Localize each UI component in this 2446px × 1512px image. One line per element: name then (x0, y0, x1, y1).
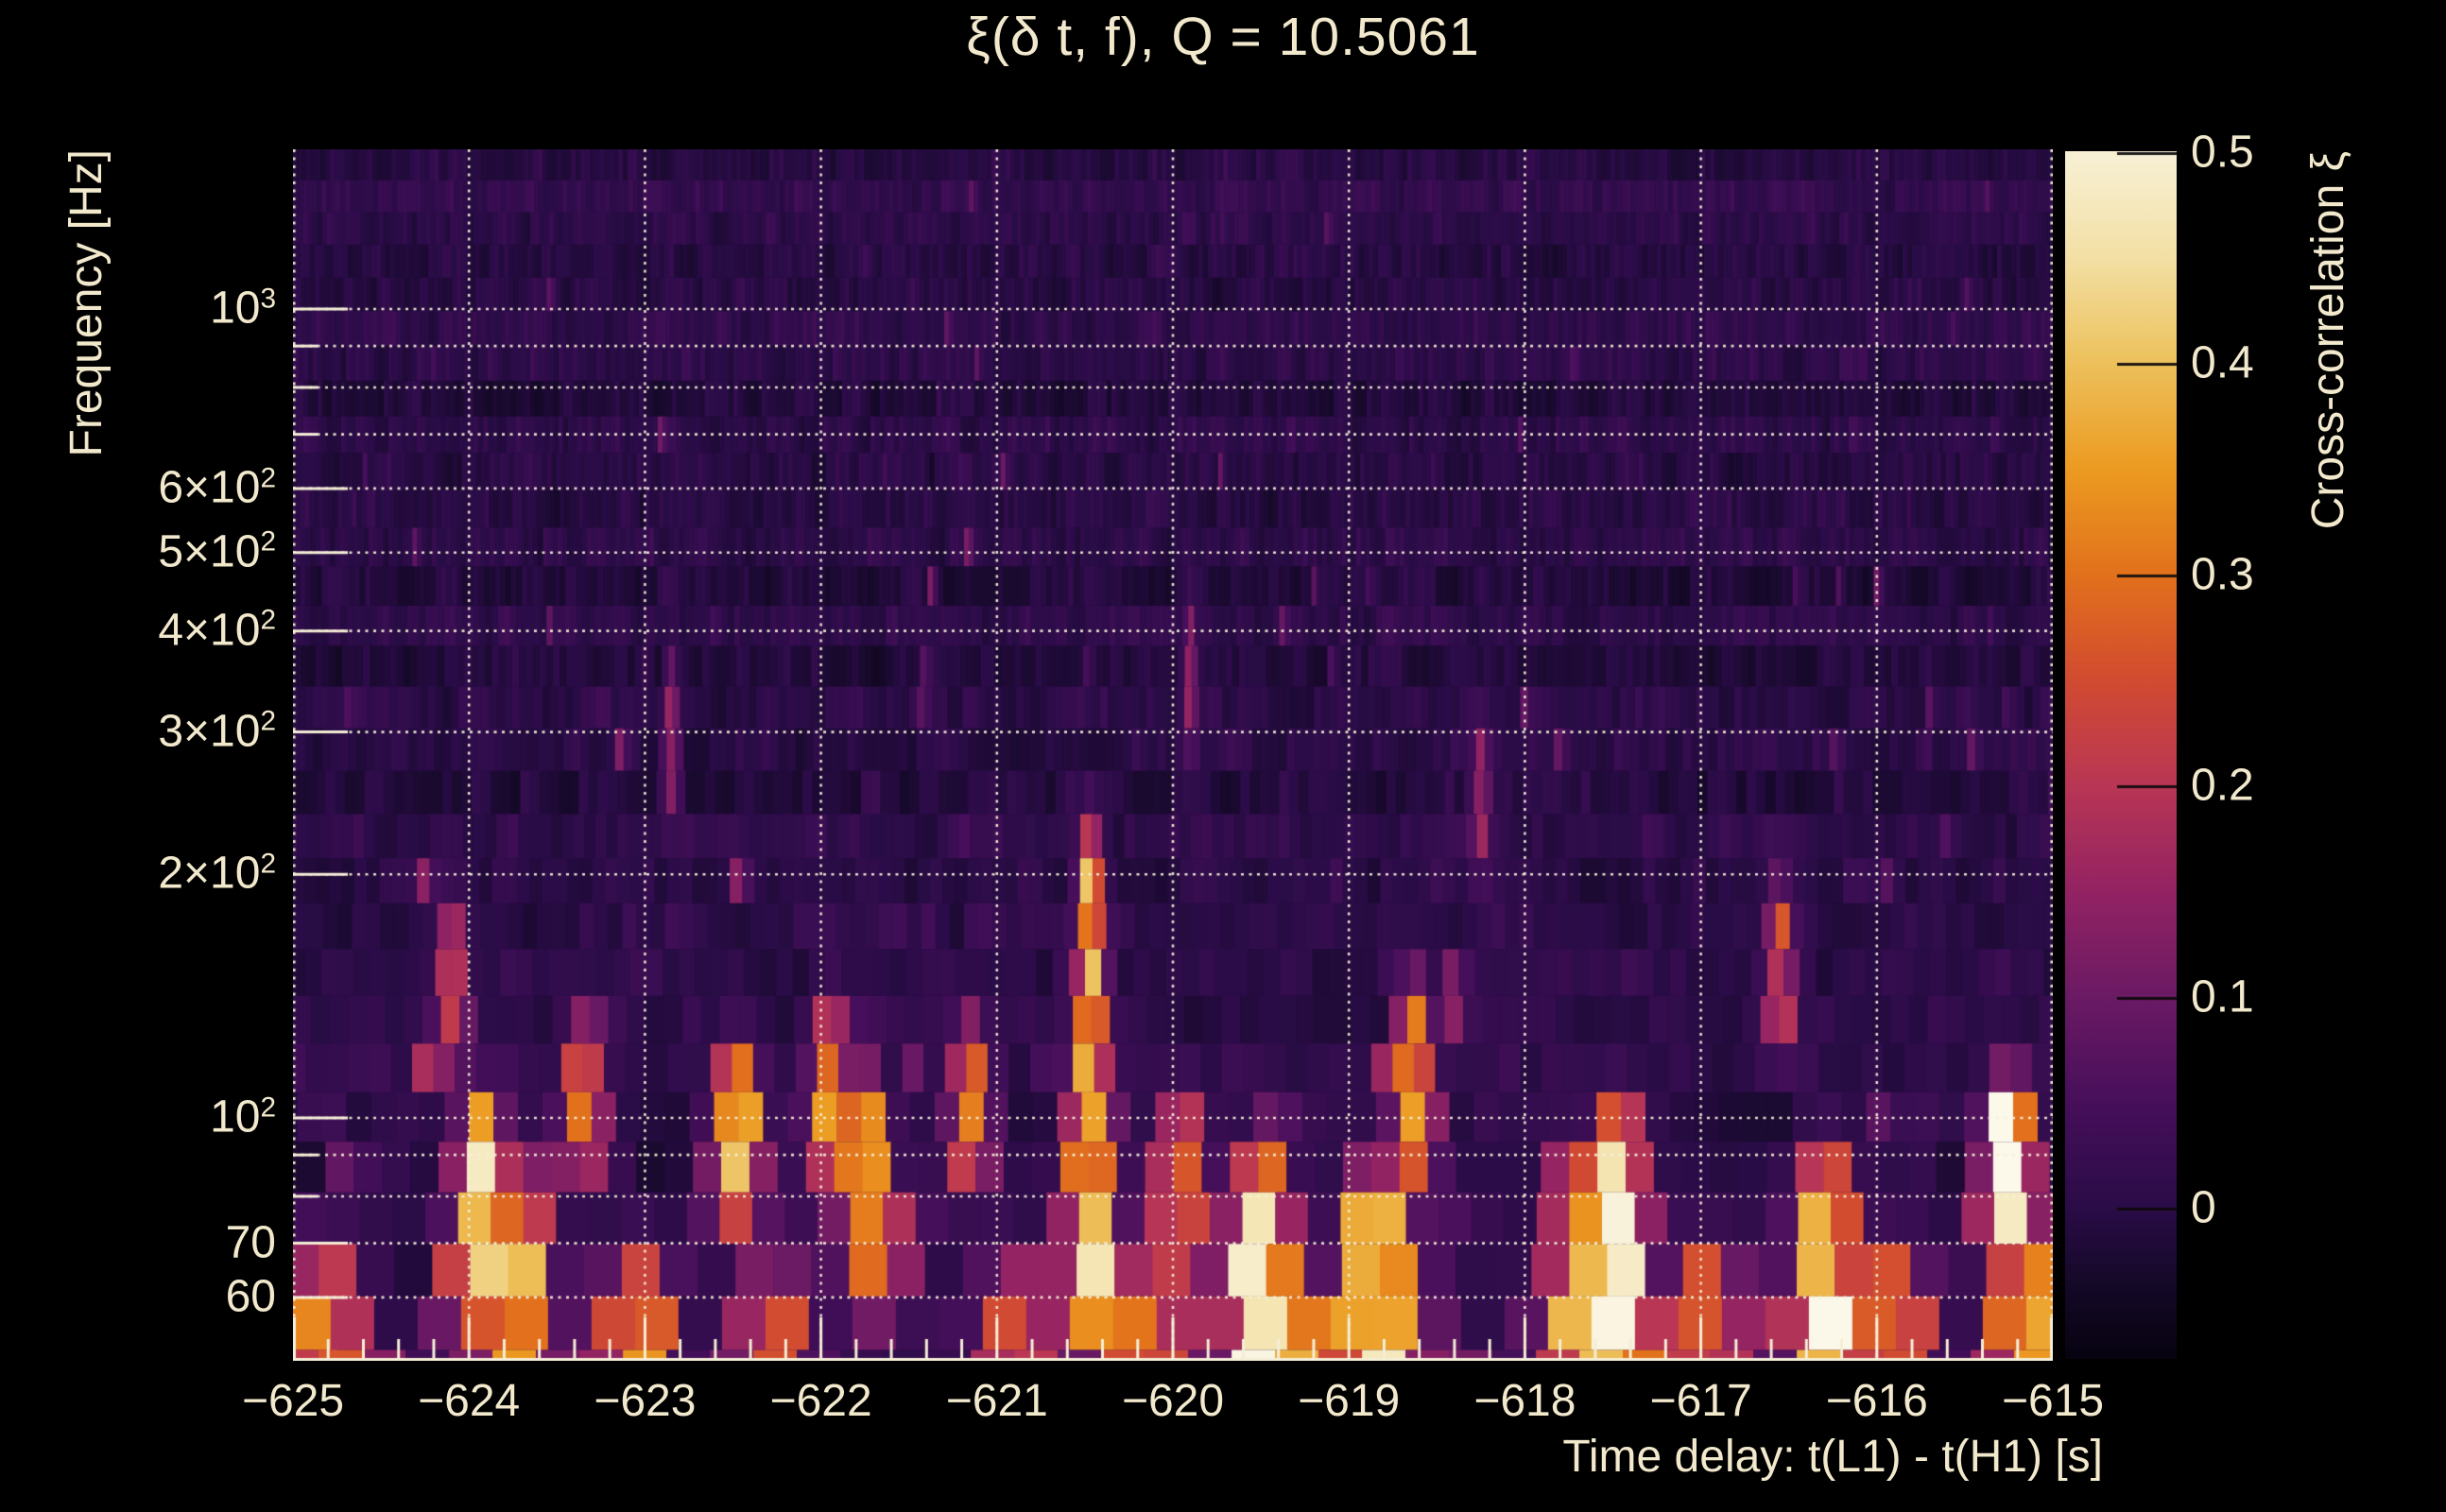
x-tick-label: −619 (1298, 1376, 1401, 1426)
y-tick-label: 6×102 (158, 461, 276, 513)
y-tick-label: 103 (210, 283, 276, 334)
x-tick-label: −625 (241, 1376, 345, 1426)
x-tick-label: −615 (2001, 1376, 2105, 1426)
x-tick-label: −621 (945, 1376, 1048, 1426)
y-tick-label: 5×102 (158, 525, 276, 577)
y-tick-label: 2×102 (158, 848, 276, 899)
colorbar-title: Cross-correlation ξ (2303, 151, 2353, 530)
x-tick-label: −617 (1649, 1376, 1752, 1426)
heatmap-canvas (293, 149, 2053, 1361)
y-tick-label: 4×102 (158, 604, 276, 656)
x-tick-label: −623 (594, 1376, 697, 1426)
x-tick-label: −620 (1121, 1376, 1225, 1426)
colorbar-tick-label: 0.2 (2191, 760, 2254, 811)
y-axis-title: Frequency [Hz] (61, 149, 112, 457)
x-tick-label: −622 (769, 1376, 872, 1426)
cross-correlation-spectrogram-figure: ξ(δ t, f), Q = 10.5061 Frequency [Hz] Ti… (0, 0, 2446, 1512)
colorbar-tick-label: 0.3 (2191, 549, 2254, 600)
colorbar-tick-label: 0 (2191, 1182, 2216, 1233)
x-tick-label: −616 (1825, 1376, 1928, 1426)
colorbar-canvas (2065, 151, 2177, 1359)
y-tick-label: 70 (225, 1216, 276, 1267)
x-axis-title: Time delay: t(L1) - t(H1) [s] (1562, 1432, 2103, 1482)
y-tick-label: 102 (210, 1091, 276, 1143)
chart-title: ξ(δ t, f), Q = 10.5061 (966, 7, 1480, 67)
x-tick-label: −624 (418, 1376, 521, 1426)
x-tick-label: −618 (1473, 1376, 1576, 1426)
y-tick-label: 60 (225, 1271, 276, 1322)
colorbar-tick-label: 0.1 (2191, 971, 2254, 1022)
y-tick-label: 3×102 (158, 705, 276, 756)
colorbar-tick-label: 0.4 (2191, 337, 2254, 388)
colorbar-tick-label: 0.5 (2191, 127, 2254, 178)
